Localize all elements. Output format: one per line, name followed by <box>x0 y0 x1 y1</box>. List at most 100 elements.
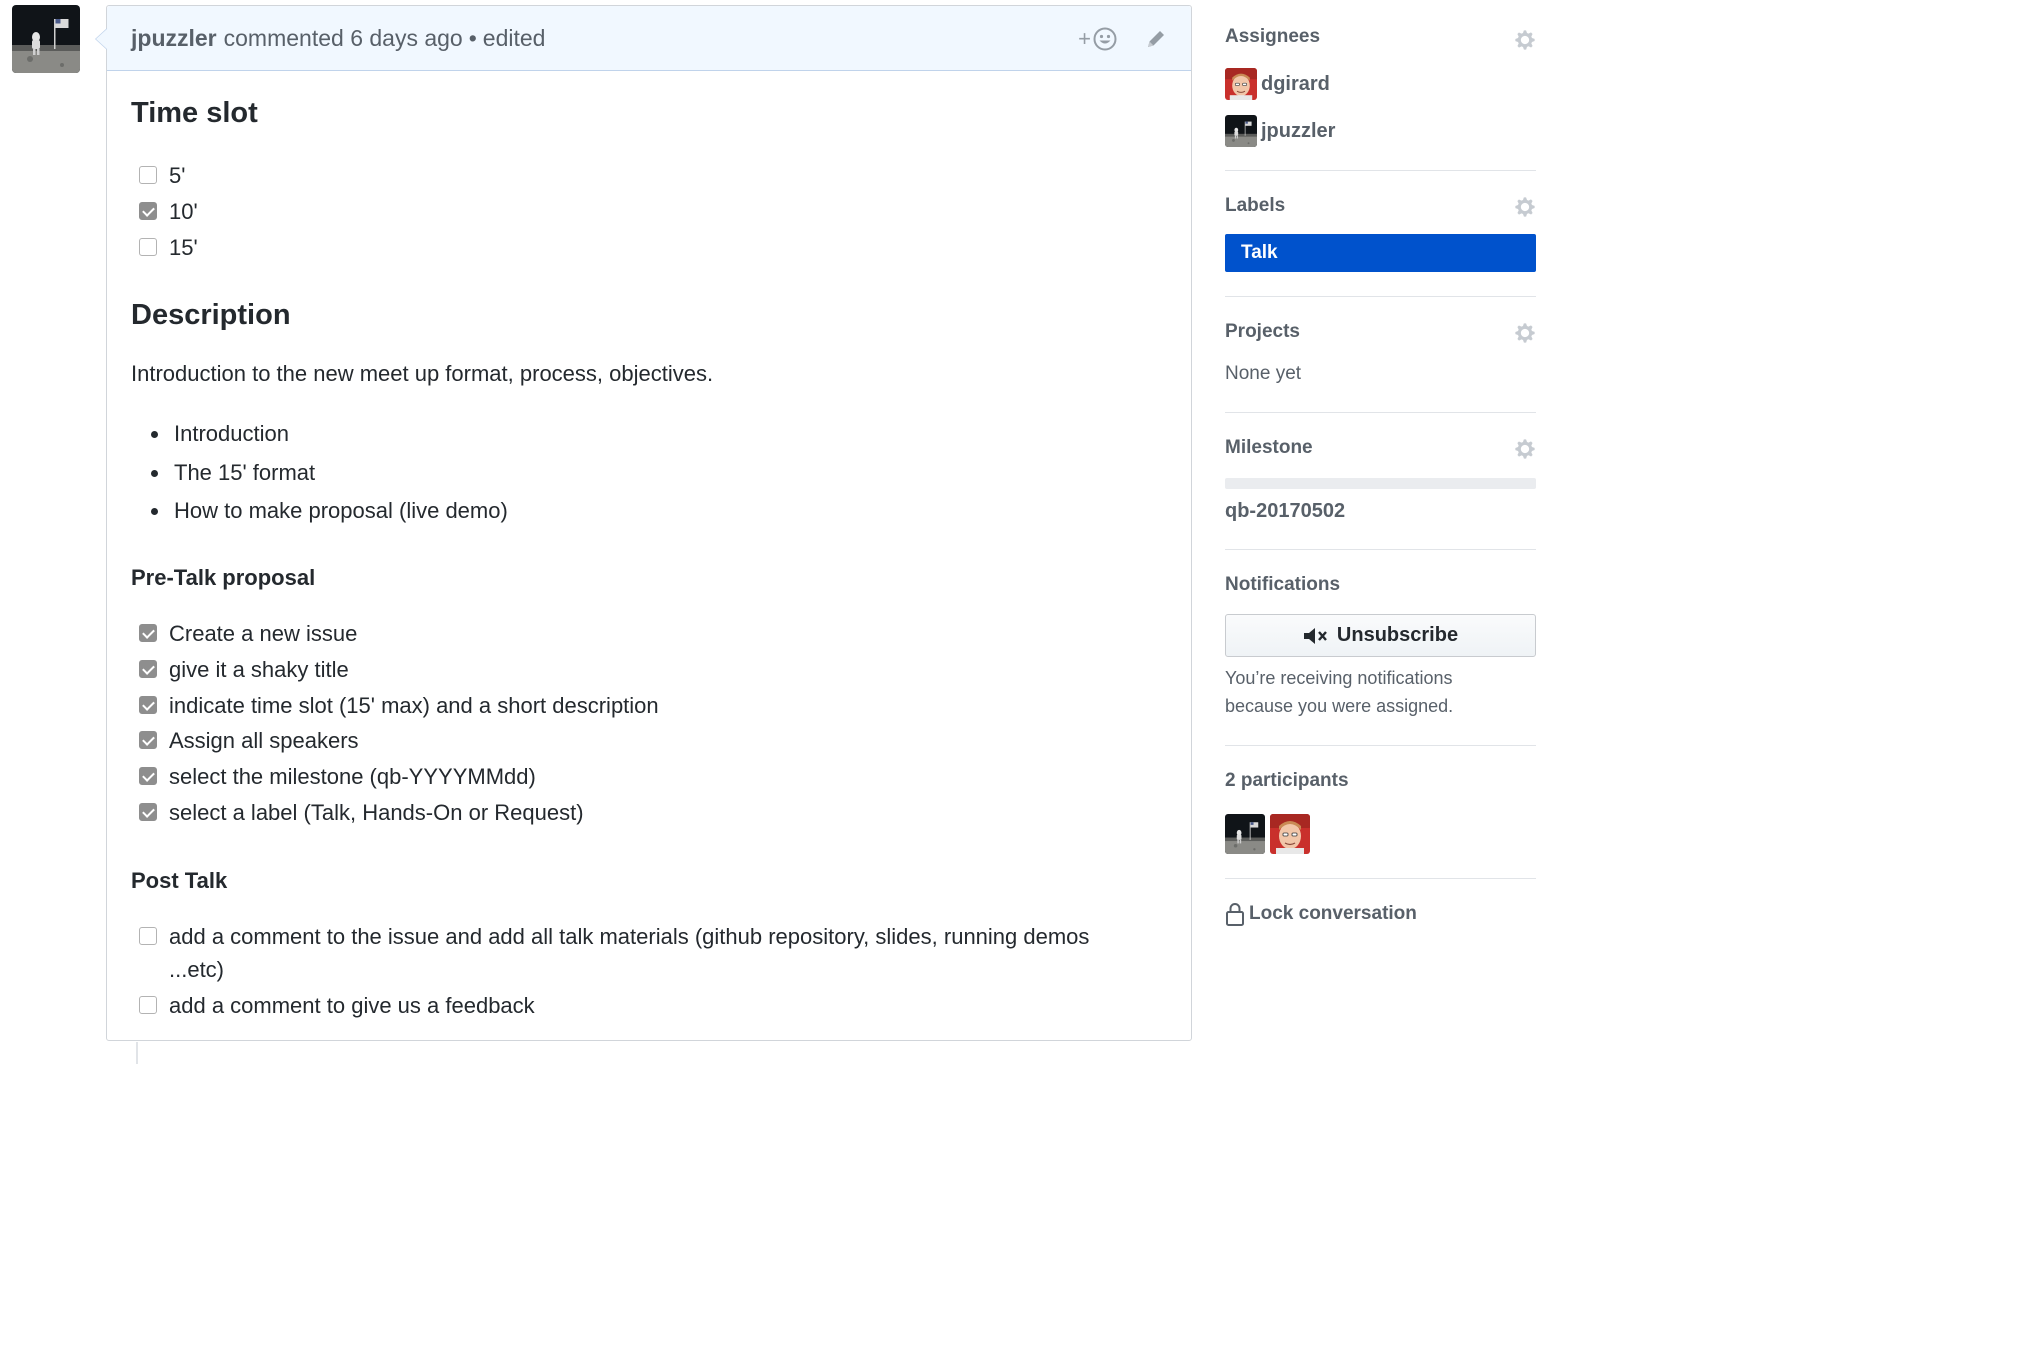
author-avatar[interactable] <box>12 5 80 73</box>
lock-label: Lock conversation <box>1249 903 1417 924</box>
notification-reason: You’re receiving notifications because y… <box>1225 668 1454 716</box>
unsubscribe-button[interactable]: Unsubscribe <box>1225 614 1536 657</box>
task-label: give it a shaky title <box>169 657 349 682</box>
task-checkbox[interactable] <box>139 731 157 749</box>
assignee-jpuzzler[interactable]: jpuzzler <box>1225 115 1335 147</box>
task-checkbox[interactable] <box>139 624 157 642</box>
projects-title[interactable]: Projects <box>1225 321 1300 343</box>
author-avatar-image <box>12 5 80 73</box>
task-checkbox[interactable] <box>139 996 157 1014</box>
pencil-icon <box>1148 30 1164 47</box>
bullet-dot <box>151 430 158 438</box>
participants-title: 2 participants <box>1225 770 1349 791</box>
header-separator: • <box>468 24 477 51</box>
avatar <box>1225 68 1257 100</box>
bullet-dot <box>151 507 158 515</box>
mute-icon <box>1303 627 1327 644</box>
task-checkbox[interactable] <box>139 803 157 821</box>
notifications-title: Notifications <box>1225 574 1341 595</box>
task-label: select the milestone (qb-YYYYMMdd) <box>169 764 536 789</box>
comment-pointer <box>95 28 107 50</box>
task-label: Create a new issue <box>169 621 358 646</box>
comment-timestamp[interactable]: 6 days ago <box>350 25 463 52</box>
sidebar-divider <box>1225 170 1536 171</box>
milestone-link[interactable]: qb-20170502 <box>1225 500 1345 523</box>
task-item: 10' <box>139 195 198 228</box>
description-heading: Description <box>131 299 291 331</box>
edited-indicator[interactable]: edited <box>483 25 546 52</box>
task-item: add a comment to give us a feedback <box>139 989 535 1022</box>
task-label: Assign all speakers <box>169 728 359 753</box>
sidebar-divider <box>1225 549 1536 550</box>
comment-header: jpuzzler commented 6 days ago • edited + <box>107 6 1191 71</box>
avatar-image <box>1225 115 1257 147</box>
posttalk-heading: Post Talk <box>131 868 228 893</box>
bullet-dot <box>151 469 158 477</box>
description-text: Introduction to the new meet up format, … <box>131 361 714 386</box>
task-item: indicate time slot (15' max) and a short… <box>139 689 659 722</box>
task-label: add a comment to give us a feedback <box>169 993 535 1018</box>
lock-icon <box>1226 903 1244 926</box>
task-item: select the milestone (qb-YYYYMMdd) <box>139 760 536 793</box>
task-item: give it a shaky title <box>139 653 349 686</box>
avatar <box>1225 115 1257 147</box>
task-item: 15' <box>139 231 198 264</box>
task-label: indicate time slot (15' max) and a short… <box>169 693 659 718</box>
participant-avatar-dgirard[interactable] <box>1270 814 1310 854</box>
sidebar-divider <box>1225 296 1536 297</box>
gear-icon[interactable] <box>1514 438 1536 460</box>
task-checkbox[interactable] <box>139 238 157 256</box>
task-item: select a label (Talk, Hands-On or Reques… <box>139 796 584 829</box>
assignee-name: jpuzzler <box>1261 119 1336 142</box>
task-label: 10' <box>169 199 198 224</box>
task-checkbox[interactable] <box>139 202 157 220</box>
task-label: select a label (Talk, Hands-On or Reques… <box>169 800 584 825</box>
list-item-text: Introduction <box>174 421 289 446</box>
task-item: Assign all speakers <box>139 724 359 757</box>
task-checkbox[interactable] <box>139 696 157 714</box>
list-item-text: The 15' format <box>174 460 316 485</box>
reaction-plus: + <box>1078 25 1091 51</box>
milestone-progress-bar <box>1225 478 1536 489</box>
assignee-dgirard[interactable]: dgirard <box>1225 68 1330 100</box>
task-item: 5' <box>139 159 185 192</box>
avatar-image <box>1225 68 1257 100</box>
sidebar-divider <box>1225 412 1536 413</box>
labels-title[interactable]: Labels <box>1225 195 1285 217</box>
sidebar-divider <box>1225 878 1536 879</box>
gear-icon[interactable] <box>1514 29 1536 51</box>
assignee-name: dgirard <box>1261 72 1330 95</box>
task-item: add a comment to the issue and add all t… <box>139 920 1149 986</box>
task-checkbox[interactable] <box>139 927 157 945</box>
gear-icon[interactable] <box>1514 322 1536 344</box>
task-checkbox[interactable] <box>139 767 157 785</box>
list-item: Introduction <box>151 421 289 447</box>
edit-comment-button[interactable] <box>1145 28 1167 50</box>
task-checkbox[interactable] <box>139 660 157 678</box>
smiley-icon <box>1093 27 1117 50</box>
pretalk-heading: Pre-Talk proposal <box>131 565 316 590</box>
gear-icon[interactable] <box>1514 196 1536 218</box>
participant-avatar-jpuzzler[interactable] <box>1225 814 1265 854</box>
author-link[interactable]: jpuzzler <box>131 25 217 52</box>
task-label: add a comment to the issue and add all t… <box>169 924 1090 982</box>
add-reaction-button[interactable]: + <box>1078 26 1117 52</box>
task-item: Create a new issue <box>139 617 357 650</box>
list-item: How to make proposal (live demo) <box>151 498 508 524</box>
projects-value: None yet <box>1225 363 1302 384</box>
task-label: 5' <box>169 163 186 188</box>
list-item-text: How to make proposal (live demo) <box>174 498 508 523</box>
time-slot-heading: Time slot <box>131 97 258 129</box>
lock-conversation-link[interactable]: Lock conversation <box>1225 902 1417 926</box>
assignees-title[interactable]: Assignees <box>1225 26 1320 48</box>
task-checkbox[interactable] <box>139 166 157 184</box>
task-label: 15' <box>169 235 198 260</box>
comment-actions: + <box>1078 6 1167 71</box>
comment-action: commented <box>223 24 344 51</box>
sidebar-divider <box>1225 745 1536 746</box>
milestone-title[interactable]: Milestone <box>1225 437 1313 459</box>
participant-avatars <box>1225 814 1310 854</box>
avatar-image <box>1270 814 1310 854</box>
list-item: The 15' format <box>151 460 315 486</box>
label-talk[interactable]: Talk <box>1225 234 1536 272</box>
